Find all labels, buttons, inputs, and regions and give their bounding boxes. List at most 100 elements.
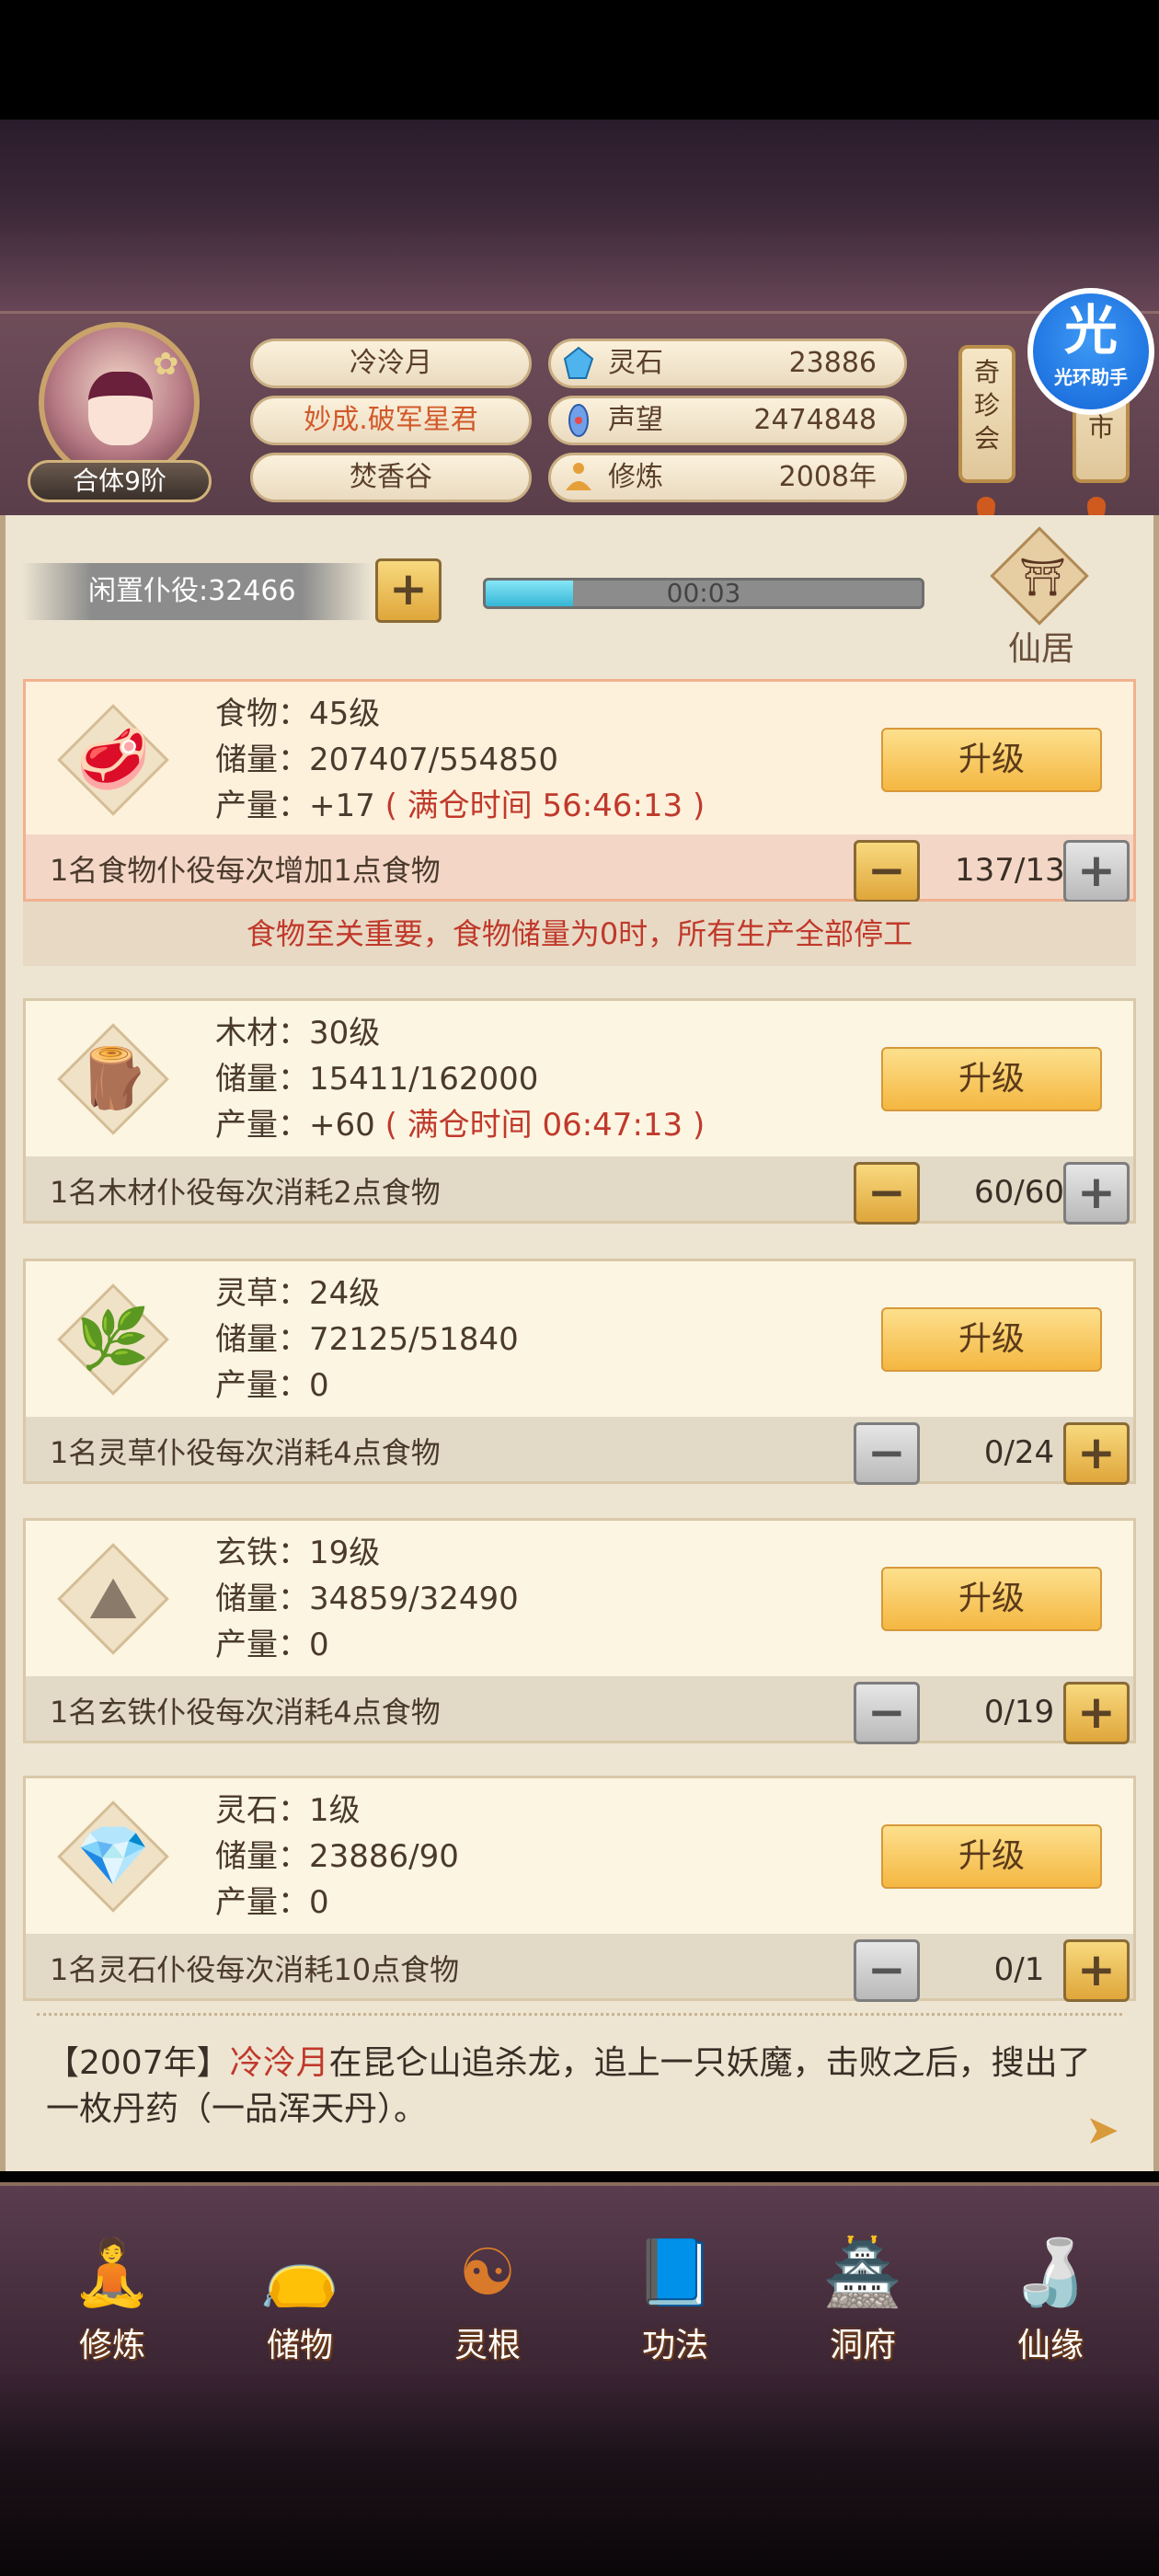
increase-servant-button[interactable]: + <box>1063 1422 1130 1485</box>
output-value: 产量：0 <box>215 1627 329 1663</box>
resource-storage: 储量：15411/162000 <box>215 1061 539 1098</box>
resource-icon-frame: 🌿 <box>53 1280 173 1399</box>
resource-card: ⛰ 玄铁：19级 储量：34859/32490 产量：0 升级 1名玄铁仆役每次… <box>23 1518 1136 1744</box>
increase-servant-button[interactable]: + <box>1063 1162 1130 1225</box>
top-backdrop <box>0 120 1159 317</box>
stat-value: 2474848 <box>753 404 877 436</box>
spirit-stone-icon <box>563 346 594 379</box>
upgrade-button[interactable]: 升级 <box>881 1307 1102 1372</box>
resource-output: 产量：0 <box>215 1622 519 1668</box>
stat-spirit-stone: 灵石 23886 <box>548 339 907 388</box>
upgrade-button[interactable]: 升级 <box>881 1824 1102 1889</box>
resource-storage: 储量：34859/32490 <box>215 1581 519 1617</box>
meat-icon: 🥩 <box>76 726 150 794</box>
full-time: ( 满仓时间 56:46:13 ) <box>384 788 706 824</box>
nav-item[interactable]: 👝 储物 <box>226 2217 373 2374</box>
crystal-icon: 💎 <box>76 1823 150 1891</box>
servant-cost: 1名木材仆役每次消耗2点食物 <box>50 1175 441 1210</box>
resource-level: 灵草：24级 <box>215 1275 381 1312</box>
avatar-face <box>88 372 153 445</box>
nav-label: 仙缘 <box>1016 2327 1084 2364</box>
stat-label: 声望 <box>608 404 663 436</box>
progress-timer: 00:03 <box>666 578 741 608</box>
upgrade-button[interactable]: 升级 <box>881 1047 1102 1111</box>
resource-level: 食物：45级 <box>215 696 381 732</box>
status-bar-area <box>0 0 1159 120</box>
resource-card: 🌿 灵草：24级 储量：72125/51840 产量：0 升级 1名灵草仆役每次… <box>23 1259 1136 1485</box>
nav-label: 功法 <box>641 2327 708 2364</box>
resource-storage: 储量：23886/90 <box>215 1838 459 1875</box>
treasure-fair-banner[interactable]: 奇珍会 <box>958 345 1016 483</box>
stat-label: 灵石 <box>608 347 663 379</box>
servant-cost: 1名灵石仆役每次消耗10点食物 <box>50 1952 460 1987</box>
decrease-servant-button[interactable]: − <box>854 1162 920 1225</box>
resource-output: 产量：+60 ( 满仓时间 06:47:13 ) <box>215 1102 705 1148</box>
nav-item[interactable]: 🏯 洞府 <box>789 2217 936 2374</box>
resource-output: 产量：0 <box>215 1363 519 1409</box>
add-servant-button[interactable]: + <box>375 558 442 623</box>
nav-label: 洞府 <box>829 2327 896 2364</box>
meditation-icon <box>566 463 591 490</box>
servant-cost: 1名食物仆役每次增加1点食物 <box>50 853 441 888</box>
stat-value: 23886 <box>788 347 877 379</box>
player-sect: 焚香谷 <box>250 453 532 502</box>
decrease-servant-button[interactable]: − <box>854 1939 920 2002</box>
resource-icon-frame: ⛰ <box>53 1539 173 1659</box>
player-name: 冷泠月 <box>250 339 532 388</box>
event-log: 【2007年】冷泠月在昆仑山追杀龙，追上一只妖魔，击败之后，搜出了一枚丹药（一品… <box>46 2041 1122 2133</box>
output-value: 产量：+60 <box>215 1107 375 1144</box>
nav-label: 灵根 <box>453 2327 521 2364</box>
helper-logo: 光 <box>1063 299 1118 362</box>
wood-icon: 🪵 <box>76 1045 150 1113</box>
ore-icon: ⛰ <box>88 1565 138 1633</box>
log-player-name: 冷泠月 <box>229 2044 329 2082</box>
log-year: 【2007年】 <box>46 2044 230 2082</box>
stat-cultivation: 修炼 2008年 <box>548 453 907 502</box>
decrease-servant-button[interactable]: − <box>854 1682 920 1744</box>
idle-servants: 闲置仆役:32466 <box>22 563 372 620</box>
resource-icon-frame: 🥩 <box>53 700 173 820</box>
upgrade-button[interactable]: 升级 <box>881 728 1102 792</box>
stat-reputation: 声望 2474848 <box>548 396 907 445</box>
resource-output: 产量：+17 ( 满仓时间 56:46:13 ) <box>215 783 705 829</box>
gourd-icon: 🍶 <box>1010 2235 1091 2310</box>
increase-servant-button[interactable]: + <box>1063 1939 1130 2002</box>
resource-icon-frame: 🪵 <box>53 1019 173 1139</box>
nav-item[interactable]: ☯ 灵根 <box>414 2217 561 2374</box>
servant-cost: 1名玄铁仆役每次消耗4点食物 <box>50 1695 441 1730</box>
servant-progress: 00:03 <box>483 578 924 609</box>
resource-storage: 储量：72125/51840 <box>215 1321 519 1358</box>
meditation-icon: 🧘 <box>72 2235 153 2310</box>
resource-card: 💎 灵石：1级 储量：23886/90 产量：0 升级 1名灵石仆役每次消耗10… <box>23 1776 1136 2002</box>
reputation-icon <box>568 404 589 437</box>
player-avatar[interactable]: ✿ <box>39 322 200 483</box>
resource-output: 产量：0 <box>215 1880 459 1926</box>
hair-flower-icon: ✿ <box>153 346 179 383</box>
upgrade-button[interactable]: 升级 <box>881 1567 1102 1631</box>
herb-icon: 🌿 <box>76 1305 150 1374</box>
full-time: ( 满仓时间 06:47:13 ) <box>384 1107 706 1144</box>
food-warning: 食物至关重要，食物储量为0时，所有生产全部停工 <box>23 902 1136 966</box>
resource-icon-frame: 💎 <box>53 1797 173 1916</box>
book-icon: 📘 <box>635 2235 716 2310</box>
player-title[interactable]: 妙成.破军星君 <box>250 396 532 445</box>
resource-level: 木材：30级 <box>215 1015 381 1052</box>
log-next-icon[interactable]: ➤ <box>1085 2107 1119 2154</box>
nav-item[interactable]: 🧘 修炼 <box>39 2217 186 2374</box>
banner-label: 市 <box>1087 412 1114 443</box>
increase-servant-button[interactable]: + <box>1063 840 1130 903</box>
stat-value: 2008年 <box>778 461 877 493</box>
banner-label: 奇珍会 <box>973 357 1000 454</box>
resource-level: 灵石：1级 <box>215 1792 361 1829</box>
decrease-servant-button[interactable]: − <box>854 840 920 903</box>
stat-label: 修炼 <box>608 461 663 493</box>
output-value: 产量：0 <box>215 1367 329 1404</box>
nav-item[interactable]: 🍶 仙缘 <box>977 2217 1124 2374</box>
helper-label: 光环助手 <box>1054 366 1128 388</box>
decrease-servant-button[interactable]: − <box>854 1422 920 1485</box>
increase-servant-button[interactable]: + <box>1063 1682 1130 1744</box>
nav-item[interactable]: 📘 功法 <box>602 2217 749 2374</box>
helper-float-button[interactable]: 光 光环助手 <box>1027 288 1154 415</box>
resource-card: 🥩 食物：45级 储量：207407/554850 产量：+17 ( 满仓时间 … <box>23 679 1136 903</box>
servant-cost: 1名灵草仆役每次消耗4点食物 <box>50 1435 441 1470</box>
